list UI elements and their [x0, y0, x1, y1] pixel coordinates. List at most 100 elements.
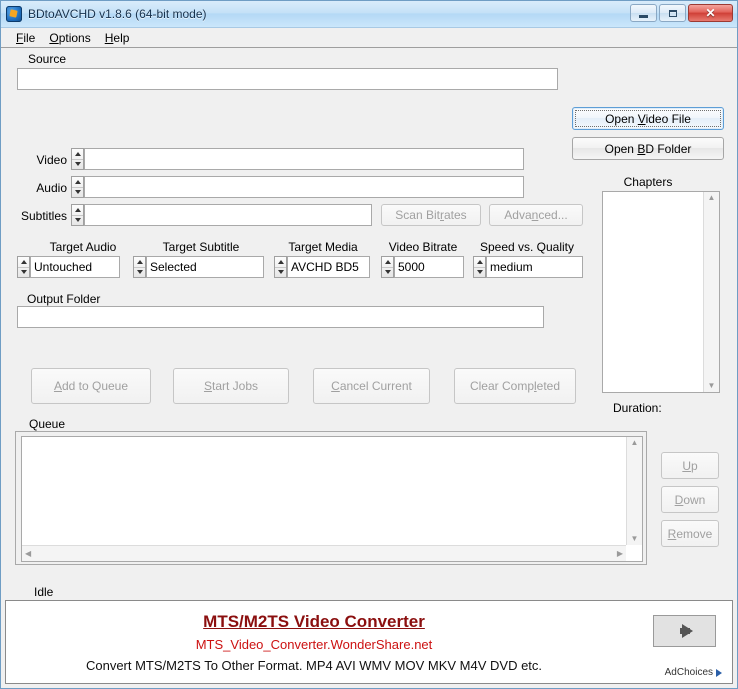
- menu-item-help[interactable]: Help: [98, 30, 137, 46]
- audio-stepper[interactable]: [71, 176, 84, 198]
- chevron-up-icon: [384, 259, 391, 264]
- video-input[interactable]: [84, 148, 524, 170]
- chapters-listbox[interactable]: ▲ ▼: [602, 191, 720, 393]
- video-bitrate-stepper[interactable]: [381, 256, 394, 278]
- scroll-down-icon[interactable]: ▼: [628, 533, 642, 545]
- video-stepper-up[interactable]: [72, 149, 83, 159]
- target-media-stepper-down[interactable]: [275, 266, 286, 278]
- target-audio-stepper-up[interactable]: [18, 257, 29, 267]
- window-title: BDtoAVCHD v1.8.6 (64-bit mode): [28, 7, 207, 21]
- output-folder-input[interactable]: [17, 306, 544, 328]
- scroll-up-icon[interactable]: ▲: [705, 192, 719, 204]
- output-folder-label: Output Folder: [27, 292, 101, 306]
- title-bar: BDtoAVCHD v1.8.6 (64-bit mode) ✕: [1, 1, 737, 28]
- app-icon: [6, 6, 22, 22]
- advanced-button[interactable]: Advanced...: [489, 204, 583, 226]
- target-subtitle-input[interactable]: [146, 256, 264, 278]
- scroll-left-icon[interactable]: ◀: [22, 548, 34, 560]
- queue-hscrollbar[interactable]: ◀ ▶: [22, 545, 626, 561]
- queue-down-button[interactable]: Down: [661, 486, 719, 513]
- start-jobs-button[interactable]: Start Jobs: [173, 368, 289, 404]
- target-audio-input[interactable]: [30, 256, 120, 278]
- chevron-down-icon: [74, 218, 81, 223]
- clear-completed-button[interactable]: Clear Completed: [454, 368, 576, 404]
- scroll-right-icon[interactable]: ▶: [614, 548, 626, 560]
- scroll-up-icon[interactable]: ▲: [628, 437, 642, 449]
- scroll-down-icon[interactable]: ▼: [705, 380, 719, 392]
- close-button[interactable]: ✕: [688, 4, 733, 22]
- queue-listbox[interactable]: ▲ ▼ ◀ ▶: [21, 436, 643, 562]
- video-bitrate-stepper-down[interactable]: [382, 266, 393, 278]
- menu-item-options[interactable]: Options: [42, 30, 97, 46]
- speed-quality-label: Speed vs. Quality: [479, 240, 575, 254]
- speed-quality-input[interactable]: [486, 256, 583, 278]
- chevron-down-icon: [476, 270, 483, 275]
- queue-up-button[interactable]: Up: [661, 452, 719, 479]
- chevron-up-icon: [277, 259, 284, 264]
- queue-label: Queue: [29, 417, 66, 431]
- ad-url[interactable]: MTS_Video_Converter.WonderShare.net: [196, 637, 433, 652]
- ad-description: Convert MTS/M2TS To Other Format. MP4 AV…: [85, 657, 543, 673]
- subtitles-label: Subtitles: [20, 209, 67, 223]
- target-subtitle-label: Target Subtitle: [162, 240, 240, 254]
- main-content: Source Video Audio Subtitles Scan Bitrat…: [1, 48, 737, 688]
- subtitles-stepper[interactable]: [71, 204, 84, 226]
- subtitles-input[interactable]: [84, 204, 372, 226]
- video-bitrate-stepper-up[interactable]: [382, 257, 393, 267]
- video-bitrate-label: Video Bitrate: [388, 240, 458, 254]
- subtitles-stepper-up[interactable]: [72, 205, 83, 215]
- subtitles-stepper-down[interactable]: [72, 214, 83, 226]
- target-media-stepper-up[interactable]: [275, 257, 286, 267]
- chevron-up-icon: [20, 259, 27, 264]
- chapters-scrollbar[interactable]: ▲ ▼: [703, 192, 719, 392]
- scan-bitrates-button[interactable]: Scan Bitrates: [381, 204, 481, 226]
- video-stepper[interactable]: [71, 148, 84, 170]
- target-subtitle-stepper[interactable]: [133, 256, 146, 278]
- audio-label: Audio: [36, 181, 67, 195]
- minimize-button[interactable]: [630, 4, 657, 22]
- duration-label: Duration:: [613, 401, 662, 415]
- queue-vscrollbar[interactable]: ▲ ▼: [626, 437, 642, 545]
- open-bd-folder-button[interactable]: Open BD Folder: [572, 137, 724, 160]
- target-media-stepper[interactable]: [274, 256, 287, 278]
- ad-title-link[interactable]: MTS/M2TS Video Converter: [203, 612, 425, 632]
- chevron-up-icon: [476, 259, 483, 264]
- target-audio-label: Target Audio: [49, 240, 117, 254]
- audio-input[interactable]: [84, 176, 524, 198]
- chevron-down-icon: [74, 190, 81, 195]
- adchoices-link[interactable]: AdChoices: [665, 667, 722, 678]
- close-icon: ✕: [705, 6, 716, 20]
- cancel-current-button[interactable]: Cancel Current: [313, 368, 430, 404]
- video-bitrate-input[interactable]: [394, 256, 464, 278]
- chevron-up-icon: [74, 179, 81, 184]
- speed-quality-stepper-up[interactable]: [474, 257, 485, 267]
- queue-panel: ▲ ▼ ◀ ▶: [15, 431, 647, 565]
- window-controls: ✕: [630, 4, 733, 22]
- add-to-queue-button[interactable]: Add to Queue: [31, 368, 151, 404]
- open-video-file-button[interactable]: Open Video File: [572, 107, 724, 130]
- chevron-down-icon: [20, 270, 27, 275]
- audio-stepper-down[interactable]: [72, 186, 83, 198]
- audio-stepper-up[interactable]: [72, 177, 83, 187]
- video-stepper-down[interactable]: [72, 158, 83, 170]
- arrow-right-icon: [680, 624, 693, 638]
- target-audio-stepper[interactable]: [17, 256, 30, 278]
- minimize-icon: [639, 14, 648, 18]
- chevron-down-icon: [384, 270, 391, 275]
- menu-item-file[interactable]: File: [9, 30, 42, 46]
- target-audio-stepper-down[interactable]: [18, 266, 29, 278]
- target-subtitle-stepper-up[interactable]: [134, 257, 145, 267]
- queue-remove-button[interactable]: Remove: [661, 520, 719, 547]
- speed-quality-stepper-down[interactable]: [474, 266, 485, 278]
- chapters-label: Chapters: [623, 175, 673, 189]
- ad-next-button[interactable]: [653, 615, 716, 647]
- maximize-icon: [668, 9, 677, 17]
- ad-banner[interactable]: MTS/M2TS Video Converter MTS_Video_Conve…: [5, 600, 733, 684]
- status-label: Idle: [34, 585, 54, 599]
- target-subtitle-stepper-down[interactable]: [134, 266, 145, 278]
- maximize-button[interactable]: [659, 4, 686, 22]
- target-media-input[interactable]: [287, 256, 370, 278]
- source-path-input[interactable]: [17, 68, 558, 90]
- chevron-up-icon: [74, 151, 81, 156]
- speed-quality-stepper[interactable]: [473, 256, 486, 278]
